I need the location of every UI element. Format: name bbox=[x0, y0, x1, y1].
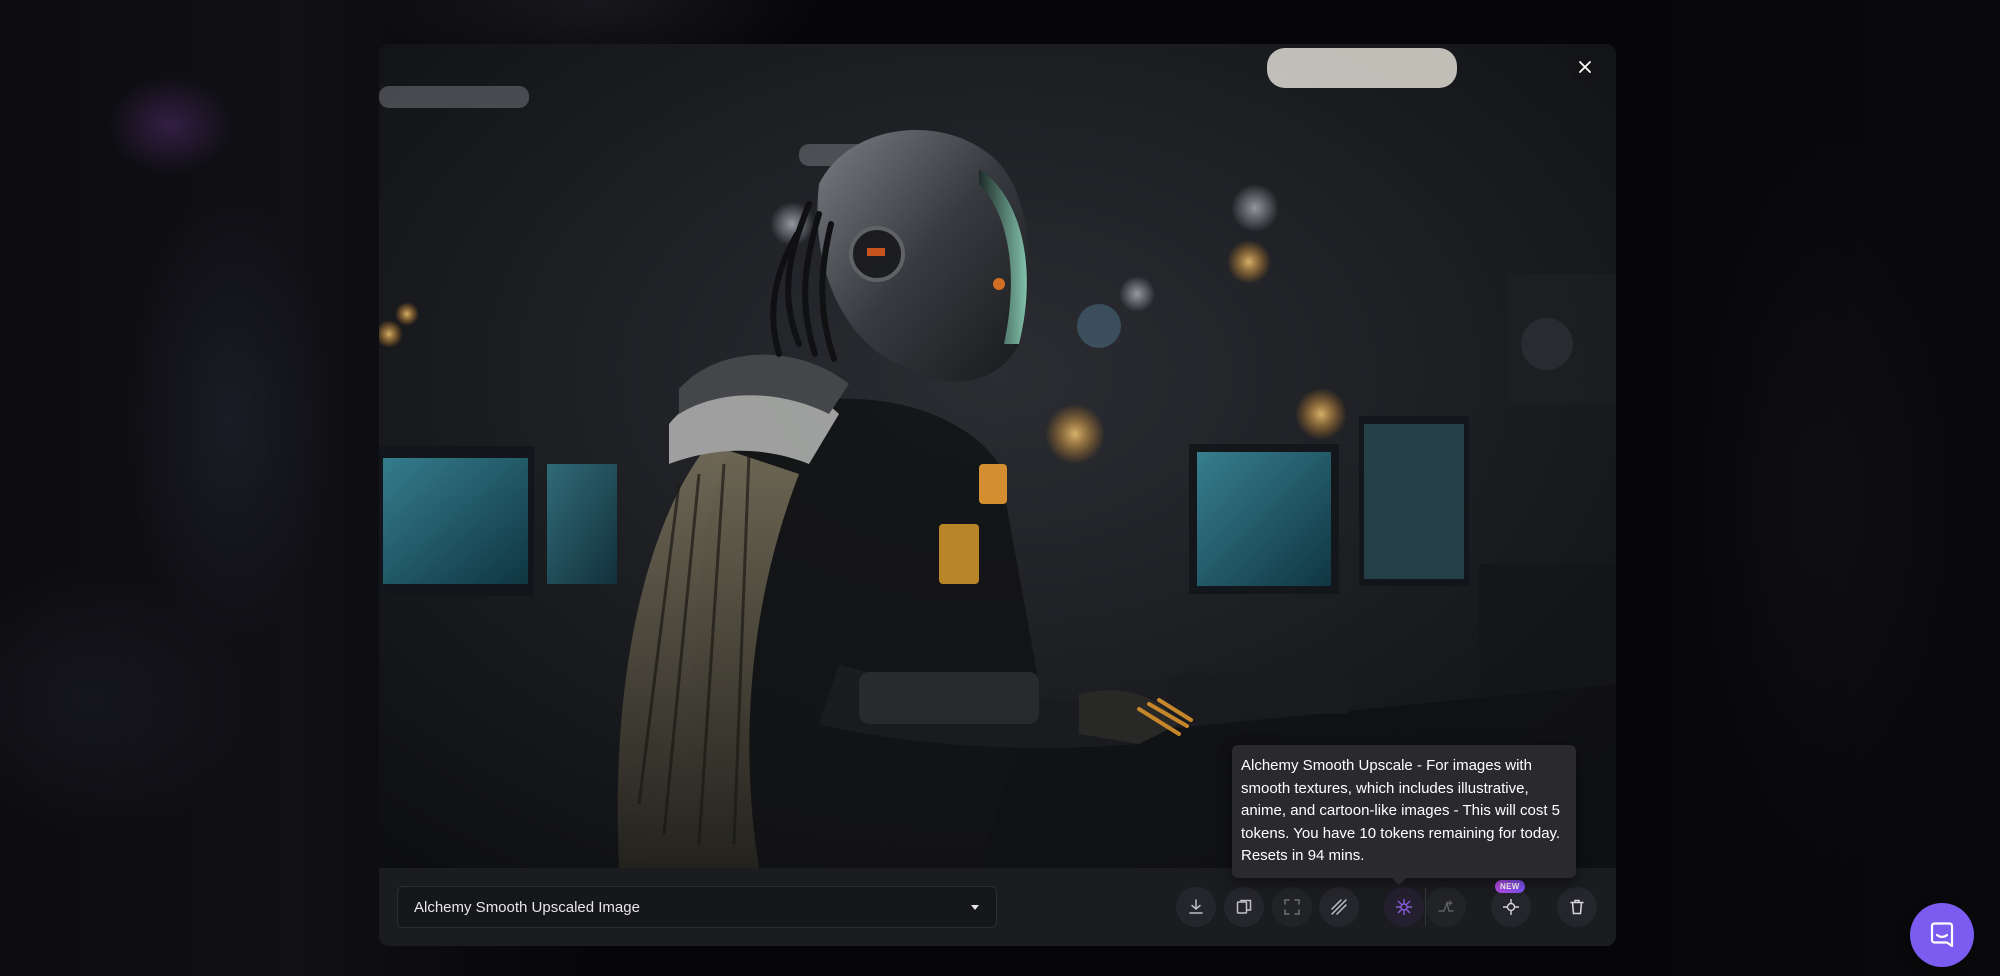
copy-button[interactable] bbox=[1224, 887, 1264, 927]
crisp-upscale-icon bbox=[1438, 900, 1454, 912]
alchemy-smooth-upscale-button[interactable] bbox=[1384, 887, 1424, 927]
remove-background-button[interactable] bbox=[1319, 887, 1359, 927]
download-icon bbox=[1189, 899, 1203, 914]
upscale-tooltip: Alchemy Smooth Upscale - For images with… bbox=[1232, 745, 1576, 884]
copy-icon bbox=[1236, 899, 1252, 914]
expand-button[interactable] bbox=[1272, 887, 1312, 927]
chevron-down-icon bbox=[971, 905, 979, 910]
alchemy-crisp-upscale-button[interactable] bbox=[1426, 887, 1466, 927]
support-chat-button[interactable] bbox=[1910, 903, 1974, 967]
expand-icon bbox=[1284, 899, 1300, 915]
download-button[interactable] bbox=[1176, 887, 1216, 927]
delete-button[interactable] bbox=[1557, 887, 1597, 927]
motion-icon bbox=[1503, 899, 1519, 915]
image-toolbar: Alchemy Smooth Upscaled Image NEW bbox=[379, 868, 1616, 946]
motion-button[interactable] bbox=[1491, 887, 1531, 927]
tooltip-text: Alchemy Smooth Upscale - For images with… bbox=[1241, 757, 1561, 864]
close-icon bbox=[1579, 61, 1591, 73]
new-badge: NEW bbox=[1495, 880, 1525, 893]
close-button[interactable] bbox=[1570, 52, 1600, 82]
hatch-icon bbox=[1331, 899, 1347, 915]
trash-icon bbox=[1570, 899, 1584, 915]
image-variant-select[interactable]: Alchemy Smooth Upscaled Image bbox=[397, 886, 997, 928]
chat-icon bbox=[1930, 922, 1954, 948]
smooth-upscale-icon bbox=[1396, 899, 1412, 915]
image-variant-value: Alchemy Smooth Upscaled Image bbox=[414, 898, 640, 916]
